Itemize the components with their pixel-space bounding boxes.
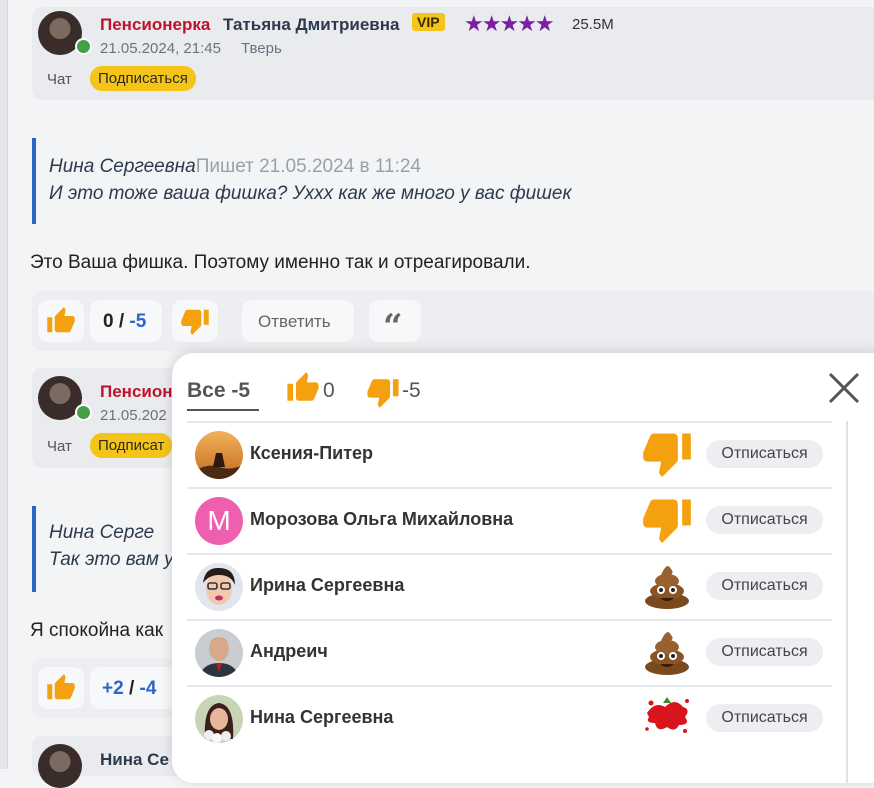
quote-text: И это тоже ваша фишка? Уххх как же много…	[49, 183, 572, 204]
reactor-name[interactable]: Нина Сергеевна	[250, 707, 393, 728]
subscribe-button[interactable]: Подписат	[90, 433, 173, 458]
tomato-splat-icon	[645, 697, 689, 733]
quote-block: Нина СергеевнаПишет 21.05.2024 в 11:24 И…	[32, 138, 874, 224]
avatar[interactable]: М	[195, 497, 243, 545]
reply-button[interactable]: Ответить	[242, 300, 354, 342]
unsubscribe-button[interactable]: Отписаться	[706, 506, 823, 534]
online-status-icon	[75, 404, 92, 421]
thumbs-up-icon	[47, 674, 75, 700]
user-rank: Пенсионерка	[100, 15, 211, 34]
tab-dislikes[interactable]: -5	[366, 375, 446, 411]
close-icon[interactable]	[827, 371, 861, 405]
avatar[interactable]	[38, 744, 82, 788]
list-item: Ксения-Питер Отписаться	[187, 421, 832, 489]
quote-meta: Пишет 21.05.2024 в 11:24	[195, 156, 421, 177]
comment-text: Я спокойна как	[30, 620, 164, 641]
post-city: Тверь	[241, 40, 282, 57]
avatar[interactable]	[195, 431, 243, 479]
reply-label: Ответить	[258, 312, 331, 331]
thumbs-up-icon	[287, 372, 319, 401]
unsubscribe-button[interactable]: Отписаться	[706, 638, 823, 666]
like-button[interactable]	[38, 300, 84, 342]
post-date: 21.05.2024, 21:45	[100, 40, 221, 57]
reactor-name[interactable]: Морозова Ольга Михайловна	[250, 509, 513, 530]
thumbs-down-icon	[643, 499, 691, 543]
list-item: Ирина Сергеевна Отписаться	[187, 555, 832, 621]
chat-link[interactable]: Чат	[47, 438, 72, 455]
poop-icon	[645, 632, 689, 675]
vote-plus: +2	[102, 678, 124, 699]
vote-minus: -5	[129, 311, 147, 332]
scrollbar[interactable]	[846, 421, 848, 783]
quote-icon: “	[383, 307, 403, 347]
dislikes-count: -5	[402, 379, 421, 402]
rating-count: 25.5M	[572, 16, 614, 33]
quote-author[interactable]: Нина Сергеевна	[49, 156, 196, 177]
quote-button[interactable]: “	[369, 300, 421, 347]
comment-actions: 0 / -5 Ответить “	[32, 291, 874, 351]
vote-minus: -4	[139, 678, 157, 699]
vote-score: +2 / -4	[90, 667, 180, 709]
reactor-name[interactable]: Андреич	[250, 641, 328, 662]
chat-link[interactable]: Чат	[47, 71, 72, 88]
rating-stars-icon: ★★★★★	[464, 11, 555, 36]
reactors-list: Ксения-Питер Отписаться М Морозова Ольга…	[187, 421, 832, 751]
vote-score: 0 / -5	[90, 300, 162, 342]
page-left-border	[0, 0, 8, 769]
user-rank: Пенсион	[100, 382, 173, 401]
comment-text: Это Ваша фишка. Поэтому именно так и отр…	[30, 252, 531, 273]
subscribe-button[interactable]: Подписаться	[90, 66, 196, 91]
vote-separator: /	[123, 678, 140, 699]
post-date: 21.05.202	[100, 407, 167, 424]
author-name[interactable]: Татьяна Дмитриевна	[223, 15, 399, 35]
list-item: М Морозова Ольга Михайловна Отписаться	[187, 489, 832, 555]
avatar[interactable]	[195, 629, 243, 677]
quote-author[interactable]: Нина Серге	[49, 522, 154, 543]
thumbs-down-icon	[367, 379, 399, 408]
reactions-modal: Все -5 0 -5 Ксения-Питер Отписаться М Мо…	[172, 353, 874, 783]
tab-all[interactable]: Все -5	[187, 379, 250, 403]
author-name[interactable]: Нина Се	[100, 750, 169, 770]
poop-icon	[645, 566, 689, 609]
list-item: Нина Сергеевна Отписаться	[187, 687, 832, 751]
unsubscribe-button[interactable]: Отписаться	[706, 704, 823, 732]
list-item: Андреич Отписаться	[187, 621, 832, 687]
reactor-name[interactable]: Ирина Сергеевна	[250, 575, 404, 596]
vote-plus: 0	[103, 311, 114, 332]
thumbs-down-icon	[181, 309, 209, 335]
dislike-button[interactable]	[172, 300, 218, 342]
vote-separator: /	[113, 311, 130, 332]
unsubscribe-button[interactable]: Отписаться	[706, 440, 823, 468]
reactor-name[interactable]: Ксения-Питер	[250, 443, 373, 464]
online-status-icon	[75, 38, 92, 55]
likes-count: 0	[323, 379, 335, 402]
tab-active-indicator	[187, 409, 259, 411]
avatar[interactable]	[195, 563, 243, 611]
tab-likes[interactable]: 0	[286, 371, 356, 407]
unsubscribe-button[interactable]: Отписаться	[706, 572, 823, 600]
thumbs-up-icon	[47, 307, 75, 333]
avatar[interactable]	[195, 695, 243, 743]
author-card: Пенсионерка Татьяна Дмитриевна VIP ★★★★★…	[32, 7, 874, 100]
thumbs-down-icon	[643, 433, 691, 477]
like-button[interactable]	[38, 667, 84, 709]
vip-badge: VIP	[412, 13, 445, 31]
